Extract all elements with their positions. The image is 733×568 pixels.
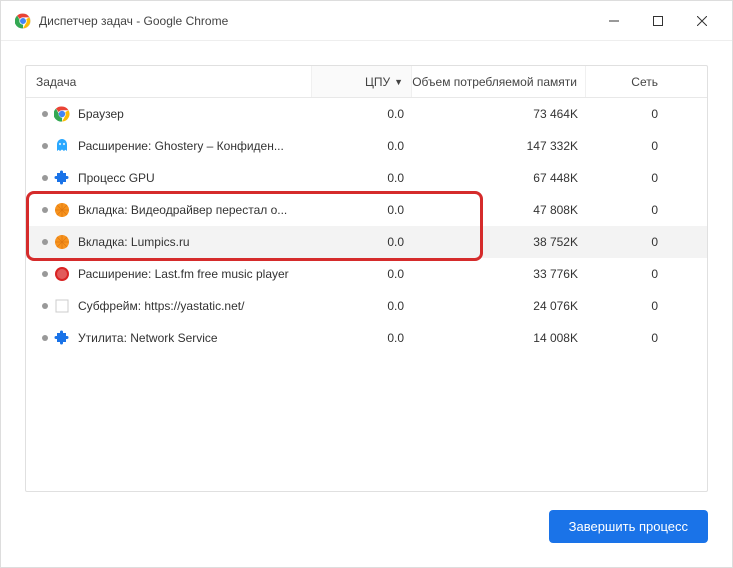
cpu-value: 0.0 [312, 107, 412, 121]
cpu-value: 0.0 [312, 203, 412, 217]
blank-icon [54, 298, 78, 314]
network-value: 0 [586, 171, 666, 185]
table-row[interactable]: Утилита: Network Service0.014 008K0 [26, 322, 707, 354]
table-row[interactable]: Субфрейм: https://yastatic.net/0.024 076… [26, 290, 707, 322]
chrome-icon [15, 13, 31, 29]
memory-value: 47 808K [412, 203, 586, 217]
table-row[interactable]: Браузер0.073 464K0 [26, 98, 707, 130]
ghostery-icon [54, 138, 78, 154]
memory-value: 38 752K [412, 235, 586, 249]
lastfm-icon [54, 266, 78, 282]
network-value: 0 [586, 331, 666, 345]
table-header: Задача ЦПУ ▼ Объем потребляемой памяти С… [26, 66, 707, 98]
table-row[interactable]: Вкладка: Lumpics.ru0.038 752K0 [26, 226, 707, 258]
orange-icon [54, 202, 78, 218]
sort-descending-icon: ▼ [394, 77, 403, 87]
row-bullet-icon [36, 207, 54, 213]
column-cpu-label: ЦПУ [365, 75, 390, 89]
cpu-value: 0.0 [312, 267, 412, 281]
puzzle-icon [54, 330, 78, 346]
column-memory-label: Объем потребляемой памяти [412, 75, 577, 89]
column-network[interactable]: Сеть [586, 66, 666, 97]
task-manager-window: Диспетчер задач - Google Chrome Задача Ц… [0, 0, 733, 568]
puzzle-icon [54, 170, 78, 186]
table-row[interactable]: Процесс GPU0.067 448K0 [26, 162, 707, 194]
task-name: Браузер [78, 107, 312, 121]
network-value: 0 [586, 107, 666, 121]
task-name: Утилита: Network Service [78, 331, 312, 345]
window-title: Диспетчер задач - Google Chrome [39, 14, 228, 28]
task-name: Процесс GPU [78, 171, 312, 185]
column-network-label: Сеть [631, 75, 658, 89]
task-name: Расширение: Last.fm free music player [78, 267, 312, 281]
row-bullet-icon [36, 175, 54, 181]
titlebar[interactable]: Диспетчер задач - Google Chrome [1, 1, 732, 41]
minimize-button[interactable] [592, 1, 636, 41]
column-task-label: Задача [36, 75, 76, 89]
column-task[interactable]: Задача [36, 66, 312, 97]
cpu-value: 0.0 [312, 235, 412, 249]
task-name: Субфрейм: https://yastatic.net/ [78, 299, 312, 313]
cpu-value: 0.0 [312, 331, 412, 345]
close-button[interactable] [680, 1, 724, 41]
row-bullet-icon [36, 239, 54, 245]
memory-value: 73 464K [412, 107, 586, 121]
maximize-button[interactable] [636, 1, 680, 41]
content-area: Задача ЦПУ ▼ Объем потребляемой памяти С… [1, 41, 732, 567]
table-row[interactable]: Расширение: Ghostery – Конфиден...0.0147… [26, 130, 707, 162]
network-value: 0 [586, 139, 666, 153]
network-value: 0 [586, 203, 666, 217]
cpu-value: 0.0 [312, 299, 412, 313]
row-bullet-icon [36, 335, 54, 341]
cpu-value: 0.0 [312, 171, 412, 185]
task-table: Задача ЦПУ ▼ Объем потребляемой памяти С… [25, 65, 708, 492]
memory-value: 33 776K [412, 267, 586, 281]
orange-icon [54, 234, 78, 250]
memory-value: 14 008K [412, 331, 586, 345]
table-row[interactable]: Вкладка: Видеодрайвер перестал о...0.047… [26, 194, 707, 226]
end-process-button[interactable]: Завершить процесс [549, 510, 708, 543]
row-bullet-icon [36, 143, 54, 149]
window-controls [592, 1, 724, 40]
footer: Завершить процесс [25, 492, 708, 543]
memory-value: 24 076K [412, 299, 586, 313]
memory-value: 67 448K [412, 171, 586, 185]
memory-value: 147 332K [412, 139, 586, 153]
row-bullet-icon [36, 271, 54, 277]
chrome-icon [54, 106, 78, 122]
column-memory[interactable]: Объем потребляемой памяти [412, 66, 586, 97]
table-body: Браузер0.073 464K0Расширение: Ghostery –… [26, 98, 707, 354]
column-cpu[interactable]: ЦПУ ▼ [312, 66, 412, 97]
network-value: 0 [586, 267, 666, 281]
cpu-value: 0.0 [312, 139, 412, 153]
row-bullet-icon [36, 111, 54, 117]
table-row[interactable]: Расширение: Last.fm free music player0.0… [26, 258, 707, 290]
task-name: Вкладка: Lumpics.ru [78, 235, 312, 249]
task-name: Вкладка: Видеодрайвер перестал о... [78, 203, 312, 217]
network-value: 0 [586, 299, 666, 313]
task-name: Расширение: Ghostery – Конфиден... [78, 139, 312, 153]
network-value: 0 [586, 235, 666, 249]
row-bullet-icon [36, 303, 54, 309]
